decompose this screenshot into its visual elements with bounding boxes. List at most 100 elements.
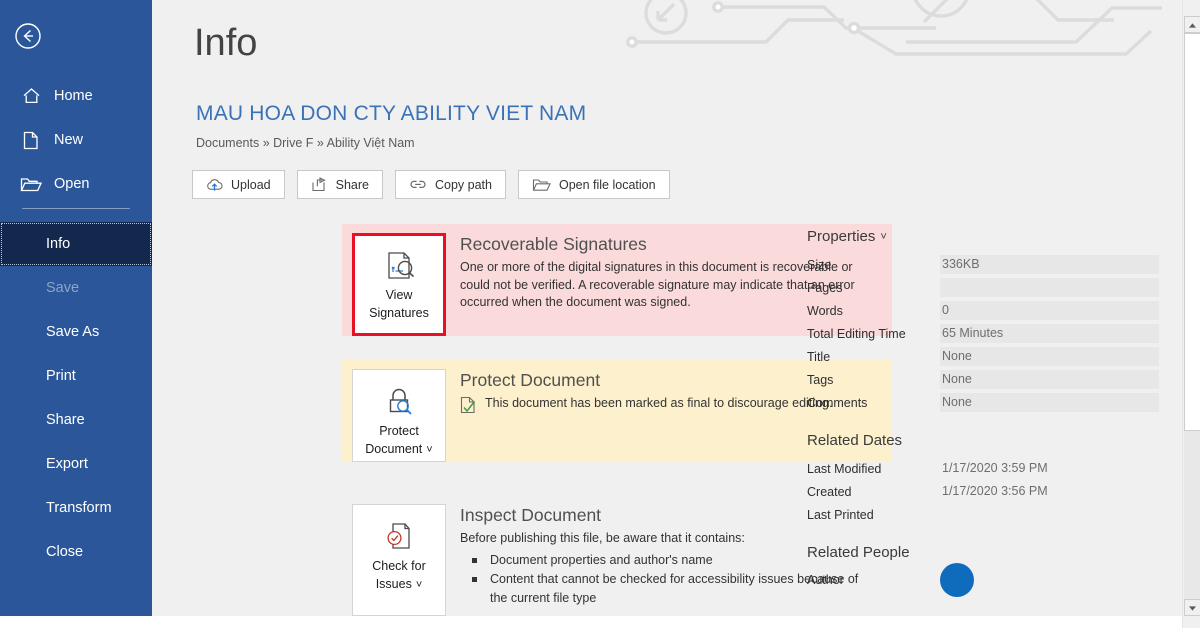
author-label: Author (807, 573, 844, 587)
property-value[interactable]: 0 (940, 301, 1159, 320)
document-check-icon (381, 518, 417, 556)
triangle-down-icon (1188, 599, 1197, 617)
related-dates-heading: Related Dates (807, 432, 903, 449)
sidebar-divider (22, 208, 130, 209)
protect-description: This document has been marked as final t… (485, 396, 833, 410)
cloud-upload-icon (206, 178, 223, 192)
property-key: Last Modified (807, 461, 882, 476)
check-for-issues-label-line2: Issues ˅ (376, 576, 423, 593)
back-button[interactable] (10, 18, 46, 54)
list-item: Document properties and author's name (460, 551, 860, 570)
protect-panel-body: Protect Document This document has been … (460, 360, 832, 462)
check-for-issues-button[interactable]: Check for Issues ˅ (352, 504, 446, 616)
view-signatures-button[interactable]: View Signatures (352, 233, 446, 336)
property-value[interactable] (940, 278, 1159, 297)
sidebar-item-label: Export (46, 456, 88, 472)
protect-document-label-text: Document (365, 442, 423, 456)
scroll-up-button[interactable] (1184, 16, 1200, 33)
property-value[interactable]: 336KB (940, 255, 1159, 274)
open-file-location-button[interactable]: Open file location (517, 170, 670, 199)
avatar[interactable] (940, 563, 974, 597)
property-row-tags: Tags None (807, 368, 1159, 391)
view-signatures-label-line1: View (385, 288, 413, 302)
protect-description-row: This document has been marked as final t… (460, 395, 832, 420)
sidebar-item-share[interactable]: Share (0, 398, 152, 442)
protect-document-button[interactable]: Protect Document ˅ (352, 369, 446, 462)
property-value: 1/17/2020 3:59 PM (942, 461, 1048, 475)
inspect-panel-body: Inspect Document Before publishing this … (460, 495, 860, 616)
link-icon (409, 178, 427, 191)
sidebar-item-print[interactable]: Print (0, 354, 152, 398)
sidebar-item-close[interactable]: Close (0, 530, 152, 574)
property-row-words: Words 0 (807, 299, 1159, 322)
folder-icon (532, 178, 551, 192)
property-row-comments: Comments None (807, 391, 1159, 414)
property-value[interactable]: None (940, 393, 1159, 412)
related-people-author-row: Author (807, 563, 1159, 597)
sidebar-item-open[interactable]: Open (0, 162, 152, 206)
sidebar-item-label: New (54, 131, 84, 148)
list-item: Content that cannot be checked for acces… (460, 570, 860, 608)
related-people-heading: Related People (807, 544, 910, 561)
vertical-scrollbar[interactable] (1182, 0, 1200, 628)
upload-button[interactable]: Upload (192, 170, 285, 199)
sidebar-item-label: Transform (46, 500, 112, 516)
share-label: Share (335, 177, 369, 192)
inspect-heading: Inspect Document (460, 505, 602, 525)
property-row-title: Title None (807, 345, 1159, 368)
protect-document-label-line2: Document ˅ (365, 441, 432, 458)
file-action-toolbar: Upload Share Copy path Open file locatio… (192, 170, 670, 199)
chevron-down-icon: ˅ (880, 230, 887, 243)
property-key: Tags (807, 372, 834, 387)
property-key: Pages (807, 280, 843, 295)
share-button[interactable]: Share (296, 170, 383, 199)
sidebar-item-export[interactable]: Export (0, 442, 152, 486)
property-key: Comments (807, 395, 868, 410)
sidebar-item-save-as[interactable]: Save As (0, 310, 152, 354)
property-key: Total Editing Time (807, 326, 906, 341)
property-row-total-editing-time: Total Editing Time 65 Minutes (807, 322, 1159, 345)
related-date-row-created: Created 1/17/2020 3:56 PM (807, 480, 1159, 503)
marked-as-final-icon (460, 396, 476, 420)
property-key: Created (807, 484, 852, 499)
protect-document-label-line1: Protect (379, 424, 419, 438)
bottom-edge-strip (0, 616, 1182, 628)
signature-document-icon (381, 247, 417, 285)
scroll-down-button[interactable] (1184, 599, 1200, 616)
inspect-description: Before publishing this file, be aware th… (460, 531, 745, 545)
sidebar-item-new[interactable]: New (0, 118, 152, 162)
sidebar-item-transform[interactable]: Transform (0, 486, 152, 530)
scrollbar-thumb[interactable] (1184, 33, 1200, 431)
check-for-issues-label-line1: Check for (372, 559, 426, 573)
home-icon (18, 85, 44, 107)
sidebar-item-info[interactable]: Info (0, 222, 152, 266)
sidebar-item-save[interactable]: Save (0, 266, 152, 310)
open-folder-icon (18, 173, 44, 195)
related-date-row-last-printed: Last Printed (807, 503, 1159, 526)
new-document-icon (18, 129, 44, 151)
properties-heading[interactable]: Properties ˅ (807, 228, 1159, 245)
breadcrumb: Documents » Drive F » Ability Việt Nam (196, 136, 415, 150)
sidebar-item-label: Save As (46, 324, 100, 340)
sidebar-item-label: Print (46, 368, 76, 384)
circuit-decoration-graphic (626, 0, 1162, 56)
property-value[interactable]: None (940, 347, 1159, 366)
sidebar-item-label: Save (46, 280, 80, 296)
properties-heading-label: Properties (807, 228, 876, 245)
sidebar-item-label: Open (54, 175, 90, 192)
document-title: MAU HOA DON CTY ABILITY VIET NAM (196, 102, 587, 125)
property-value[interactable]: 65 Minutes (940, 324, 1159, 343)
sidebar-item-home[interactable]: Home (0, 74, 152, 118)
open-file-location-label: Open file location (558, 177, 656, 192)
word-backstage-info-screen: Home New Open Info Save Save As Print Sh… (0, 0, 1200, 628)
inspect-bullet-list: Document properties and author's name Co… (460, 551, 860, 608)
property-key: Last Printed (807, 507, 874, 522)
page-title: Info (194, 22, 258, 64)
property-value[interactable]: None (940, 370, 1159, 389)
sidebar-nav-list: Info Save Save As Print Share Export Tra… (0, 222, 152, 574)
properties-column: Properties ˅ Size 336KB Pages Words 0 To… (807, 228, 1159, 597)
sidebar-top-nav: Home New Open (0, 74, 152, 206)
copy-path-button[interactable]: Copy path (394, 170, 506, 199)
